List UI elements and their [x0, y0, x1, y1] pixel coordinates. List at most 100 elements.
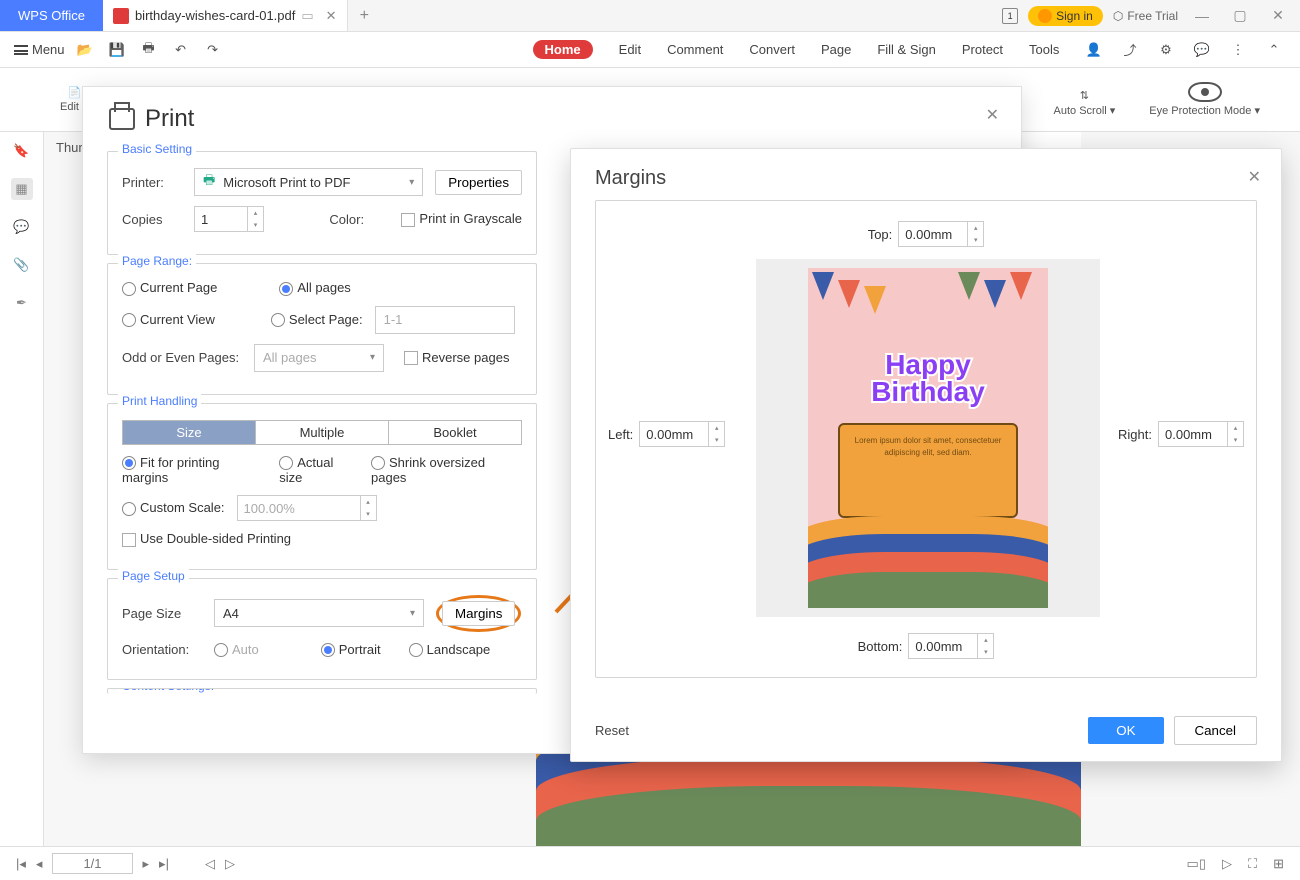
crown-icon: ⬡ — [1113, 9, 1123, 23]
all-pages-radio[interactable]: All pages — [279, 280, 350, 296]
save-icon[interactable]: 💾 — [105, 38, 129, 62]
select-page-radio[interactable]: Select Page: — [271, 312, 363, 328]
attachments-icon[interactable]: 📎 — [11, 254, 33, 276]
actual-size-radio[interactable]: Actual size — [279, 455, 359, 486]
ribbon-autoscroll[interactable]: ⇅ Auto Scroll ▾ — [1054, 89, 1116, 117]
margins-button[interactable]: Margins — [442, 601, 515, 626]
kebab-menu-icon[interactable]: ⋮ — [1226, 38, 1250, 62]
print-icon[interactable]: 🖶 — [137, 38, 161, 62]
play-icon[interactable]: ▷ — [1222, 856, 1232, 872]
menu-button[interactable]: Menu — [14, 42, 65, 57]
settings-gear-icon[interactable]: ⚙ — [1154, 38, 1178, 62]
thumbnails-icon[interactable]: ▦ — [11, 178, 33, 200]
margin-right-label: Right: — [1118, 427, 1152, 442]
reverse-pages-checkbox[interactable]: Reverse pages — [404, 350, 509, 366]
seg-multiple[interactable]: Multiple — [256, 421, 389, 444]
free-trial-label: Free Trial — [1127, 9, 1178, 23]
new-tab-button[interactable]: + — [348, 0, 381, 31]
print-dialog-close-icon[interactable]: ✕ — [986, 105, 999, 125]
nav-back-icon[interactable]: ◁ — [205, 856, 215, 872]
orientation-auto-radio[interactable]: Auto — [214, 642, 259, 658]
file-tab[interactable]: birthday-wishes-card-01.pdf ▭ ✕ — [103, 0, 348, 31]
print-handling-panel: Print Handling Size Multiple Booklet Fit… — [107, 403, 537, 570]
printer-select[interactable]: 🖶 Microsoft Print to PDF ▾ — [194, 168, 423, 196]
tab-tools[interactable]: Tools — [1029, 42, 1059, 57]
printer-small-icon: 🖶 — [203, 171, 215, 193]
page-setup-panel: Page Setup Page Size A4▾ Margins Orienta… — [107, 578, 537, 681]
spinner-down-icon[interactable]: ▾ — [248, 219, 263, 231]
tab-present-icon[interactable]: ▭ — [301, 8, 313, 24]
tab-convert[interactable]: Convert — [749, 42, 795, 57]
margin-left-spinner[interactable]: 0.00mm▴▾ — [639, 421, 725, 447]
minimize-button[interactable]: — — [1188, 8, 1216, 24]
current-page-radio[interactable]: Current Page — [122, 280, 217, 296]
seg-size[interactable]: Size — [123, 421, 256, 444]
first-page-icon[interactable]: |◂ — [16, 856, 26, 872]
page-number-field[interactable]: 1/1 — [52, 853, 132, 874]
thumbnails-header: Thur — [56, 140, 83, 155]
tab-home[interactable]: Home — [533, 40, 593, 59]
autoscroll-icon: ⇅ — [1080, 89, 1089, 102]
odd-even-select[interactable]: All pages▾ — [254, 344, 384, 372]
seg-booklet[interactable]: Booklet — [389, 421, 521, 444]
cancel-button[interactable]: Cancel — [1174, 716, 1258, 745]
open-folder-icon[interactable]: 📂 — [73, 38, 97, 62]
orientation-portrait-radio[interactable]: Portrait — [321, 642, 381, 658]
reading-mode-icon[interactable]: ▭▯ — [1187, 856, 1206, 872]
app-tab[interactable]: WPS Office — [0, 0, 103, 31]
tab-comment[interactable]: Comment — [667, 42, 723, 57]
tab-edit[interactable]: Edit — [619, 42, 641, 57]
shrink-radio[interactable]: Shrink oversized pages — [371, 455, 522, 486]
share-user-icon[interactable]: 👤 — [1082, 38, 1106, 62]
fullscreen-icon[interactable]: ⛶ — [1248, 856, 1257, 872]
sign-in-button[interactable]: Sign in — [1028, 6, 1103, 26]
free-trial-button[interactable]: ⬡ Free Trial — [1113, 9, 1178, 23]
sign-in-label: Sign in — [1056, 9, 1093, 23]
custom-scale-radio[interactable]: Custom Scale: — [122, 500, 225, 516]
margin-bottom-spinner[interactable]: 0.00mm▴▾ — [908, 633, 994, 659]
ok-button[interactable]: OK — [1088, 717, 1163, 744]
tab-page[interactable]: Page — [821, 42, 851, 57]
current-view-radio[interactable]: Current View — [122, 312, 215, 328]
next-page-icon[interactable]: ▸ — [143, 856, 150, 872]
select-page-input[interactable]: 1-1 — [375, 306, 515, 334]
close-window-button[interactable]: ✕ — [1264, 7, 1292, 24]
fit-margins-radio[interactable]: Fit for printing margins — [122, 455, 267, 486]
redo-icon[interactable]: ↷ — [201, 38, 225, 62]
page-setup-legend: Page Setup — [118, 569, 189, 583]
margins-dialog-close-icon[interactable]: ✕ — [1248, 167, 1261, 187]
copies-spinner[interactable]: 1▴▾ — [194, 206, 264, 232]
chevron-down-icon: ▾ — [409, 177, 414, 188]
odd-even-label: Odd or Even Pages: — [122, 350, 242, 365]
margin-right-spinner[interactable]: 0.00mm▴▾ — [1158, 421, 1244, 447]
undo-icon[interactable]: ↶ — [169, 38, 193, 62]
grayscale-checkbox[interactable]: Print in Grayscale — [401, 211, 522, 227]
ribbon-eye-protection[interactable]: Eye Protection Mode ▾ — [1149, 82, 1260, 117]
tab-close-icon[interactable]: ✕ — [326, 8, 337, 24]
last-page-icon[interactable]: ▸| — [159, 856, 169, 872]
orientation-landscape-radio[interactable]: Landscape — [409, 642, 491, 658]
view-grid-icon[interactable]: ⊞ — [1273, 856, 1284, 872]
maximize-button[interactable]: ▢ — [1226, 7, 1254, 24]
custom-scale-spinner[interactable]: 100.00%▴▾ — [237, 495, 377, 521]
bookmark-icon[interactable]: 🔖 — [11, 140, 33, 162]
margin-left-label: Left: — [608, 427, 633, 442]
comments-icon[interactable]: 💬 — [11, 216, 33, 238]
prev-page-icon[interactable]: ◂ — [36, 856, 43, 872]
feedback-icon[interactable]: 💬 — [1190, 38, 1214, 62]
reset-button[interactable]: Reset — [595, 723, 629, 738]
tab-fillsign[interactable]: Fill & Sign — [877, 42, 936, 57]
properties-button[interactable]: Properties — [435, 170, 522, 195]
signature-icon[interactable]: ✒ — [11, 292, 33, 314]
page-size-select[interactable]: A4▾ — [214, 599, 424, 627]
tab-protect[interactable]: Protect — [962, 42, 1003, 57]
duplex-checkbox[interactable]: Use Double-sided Printing — [122, 531, 291, 547]
hamburger-icon — [14, 45, 28, 55]
card-heading: HappyBirthday — [808, 352, 1048, 406]
share-icon[interactable]: ⤴ — [1118, 38, 1142, 62]
spinner-up-icon[interactable]: ▴ — [248, 207, 263, 219]
nav-forward-icon[interactable]: ▷ — [225, 856, 235, 872]
window-count-badge[interactable]: 1 — [1002, 8, 1018, 24]
margin-top-spinner[interactable]: 0.00mm▴▾ — [898, 221, 984, 247]
collapse-ribbon-icon[interactable]: ⌃ — [1262, 38, 1286, 62]
